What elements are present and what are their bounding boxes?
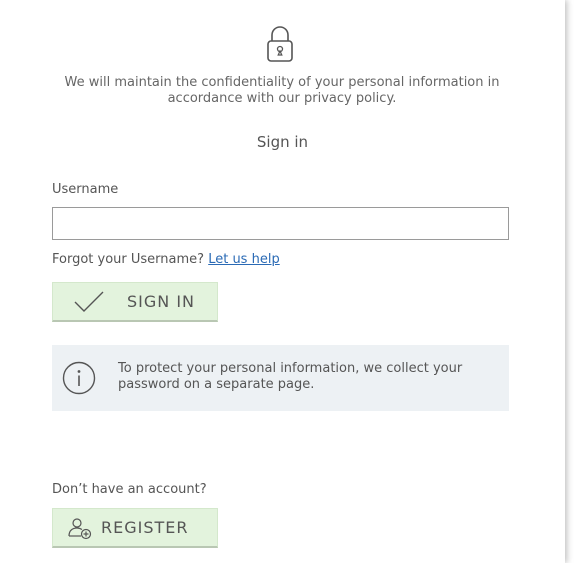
register-button[interactable]: REGISTER	[52, 508, 218, 548]
sign-in-panel: We will maintain the confidentiality of …	[0, 0, 565, 563]
privacy-notice: We will maintain the confidentiality of …	[64, 75, 500, 106]
lock-icon	[263, 24, 297, 64]
password-info-box: To protect your personal information, we…	[52, 345, 509, 411]
checkmark-icon	[73, 289, 105, 315]
forgot-username-text: Forgot your Username?	[52, 252, 205, 267]
username-input[interactable]	[52, 207, 509, 240]
register-label: REGISTER	[101, 518, 189, 537]
let-us-help-link[interactable]: Let us help	[208, 252, 280, 267]
add-user-icon	[67, 515, 93, 541]
page-title: Sign in	[256, 133, 309, 151]
forgot-username-row: Forgot your Username? Let us help	[52, 252, 280, 267]
password-info-text: To protect your personal information, we…	[118, 361, 463, 392]
username-label: Username	[52, 182, 119, 197]
sign-in-button[interactable]: SIGN IN	[52, 282, 218, 322]
info-icon	[62, 361, 96, 395]
sign-in-label: SIGN IN	[127, 292, 196, 311]
no-account-text: Don’t have an account?	[52, 482, 207, 497]
